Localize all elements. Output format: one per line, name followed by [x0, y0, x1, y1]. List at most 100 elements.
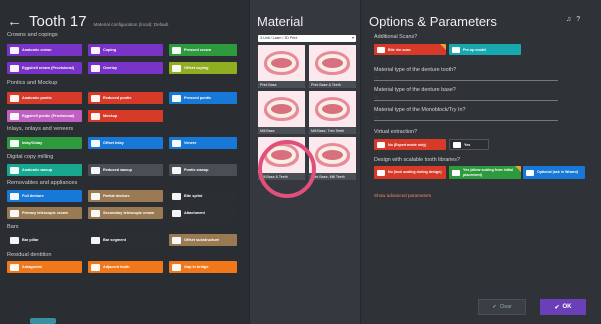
tile-adjacent-tooth[interactable]: Adjacent tooth [88, 261, 163, 273]
material-card-print-base[interactable]: Print Base [258, 45, 305, 88]
check-icon: ✔ [492, 304, 497, 310]
extraction-yes-button[interactable]: Yes [449, 139, 489, 150]
question-additional-scans: Additional Scans? [374, 34, 418, 40]
help-icon[interactable]: ? [576, 16, 580, 23]
bite-splint-icon [172, 192, 181, 200]
material-card-mill-base-trim-teeth[interactable]: Mill Base, Trim Teeth [309, 91, 356, 134]
tile-reduced-waxup[interactable]: Reduced waxup [88, 164, 163, 176]
denture-base-field [374, 100, 558, 101]
tile-veneer[interactable]: Veneer [169, 137, 237, 149]
tile-coping[interactable]: Coping [88, 44, 163, 56]
tile-pressed-pontic[interactable]: Pressed pontic [169, 92, 237, 104]
tile-primary-telescopic[interactable]: Primary telescopic crown [7, 207, 82, 219]
tile-pressed-crown[interactable]: Pressed crown [169, 44, 237, 56]
question-denture-base: Material type of the denture base? [374, 87, 456, 93]
material-select[interactable]: 3-Unit / Lasm / 3D Print ▾ [258, 35, 356, 42]
clear-button[interactable]: ✔ Clear [478, 299, 526, 315]
libraries-optional-button[interactable]: Optional (ask in Wizard) [523, 166, 585, 179]
options-header-icons: ♫ ? [566, 16, 580, 23]
lock-icon [377, 169, 385, 176]
options-title: Options & Parameters [369, 14, 497, 29]
denture-tooth-field [374, 80, 558, 81]
tile-attachment[interactable]: Attachment [169, 207, 237, 219]
header: ← Tooth 17 Material configuration (local… [7, 13, 168, 30]
monoblock-value[interactable]: – [375, 114, 377, 119]
tile-eggshell-crown[interactable]: Eggshell crown (Provisional) [7, 62, 82, 74]
denture-base-value[interactable]: – [375, 94, 377, 99]
veneer-icon [172, 139, 181, 147]
show-advanced-link[interactable]: Show advanced parameters [374, 193, 431, 198]
check-icon: ✔ [554, 304, 560, 311]
tile-antagonist[interactable]: Antagonist [7, 261, 82, 273]
app-window: ← Tooth 17 Material configuration (local… [0, 0, 601, 324]
tile-inlay-onlay[interactable]: Inlay/Onlay [7, 137, 82, 149]
anatomic-pontic-icon [10, 94, 19, 102]
antagonist-icon [10, 263, 19, 271]
selection-highlight [258, 140, 316, 198]
bite-rim-scan-button[interactable]: Bite rim scan [374, 44, 446, 55]
eggshell-pontic-icon [10, 112, 19, 120]
bell-icon[interactable]: ♫ [566, 16, 571, 23]
question-scalable-libraries: Design with scalable tooth libraries? [374, 157, 460, 163]
offset-coping-icon [172, 64, 181, 72]
wizard-icon [526, 169, 534, 176]
inlay-icon [10, 139, 19, 147]
denture-image [309, 137, 356, 173]
model-icon [452, 46, 460, 53]
tile-mockup[interactable]: Mockup [88, 110, 163, 122]
tile-eggshell-pontic[interactable]: Eggshell pontic (Provisional) [7, 110, 82, 122]
tile-anatomic-crown[interactable]: Anatomic crown [7, 44, 82, 56]
ok-button[interactable]: ✔ OK [540, 299, 586, 315]
tile-secondary-telescopic[interactable]: Secondary telescopic crown [88, 207, 163, 219]
tile-overlay[interactable]: Overlay [88, 62, 163, 74]
tile-anatomic-waxup[interactable]: Anatomic waxup [7, 164, 82, 176]
eggshell-crown-icon [10, 64, 19, 72]
extraction-icon [453, 141, 461, 148]
tile-offset-substructure[interactable]: Offset substructure [169, 234, 237, 246]
tile-full-denture[interactable]: Full denture [7, 190, 82, 202]
mockup-icon [91, 112, 100, 120]
anatomic-waxup-icon [10, 166, 19, 174]
tile-bar-pillar[interactable]: Bar pillar [7, 234, 82, 246]
tile-bar-segment[interactable]: Bar segment [88, 234, 163, 246]
secondary-telescopic-icon [91, 209, 100, 217]
back-arrow-icon[interactable]: ← [7, 13, 22, 30]
scrollbar[interactable] [30, 318, 56, 324]
tile-anatomic-pontic[interactable]: Anatomic pontic [7, 92, 82, 104]
material-card-mill-base[interactable]: Mill Base [258, 91, 305, 134]
page-title: Tooth 17 [29, 13, 87, 30]
section-crowns: Crowns and copings [7, 32, 58, 38]
tile-gap-in-bridge[interactable]: Gap in bridge [169, 261, 237, 273]
section-removables: Removables and appliances [7, 180, 78, 186]
tile-offset-inlay[interactable]: Offset inlay [88, 137, 163, 149]
bar-pillar-icon [10, 236, 19, 244]
denture-tooth-value[interactable]: – [375, 74, 377, 79]
reduced-waxup-icon [91, 166, 100, 174]
pre-op-model-button[interactable]: Pre-op model [449, 44, 521, 55]
section-milling: Digital copy milling [7, 154, 54, 160]
denture-image [258, 91, 305, 127]
material-card-print-base-mill-teeth[interactable]: Print Base, Mill Teeth [309, 137, 356, 180]
tile-pontic-waxup[interactable]: Pontic waxup [169, 164, 237, 176]
reduced-pontic-icon [91, 94, 100, 102]
denture-image [309, 91, 356, 127]
libraries-yes-button[interactable]: Yes (allow scaling from initial placemen… [449, 166, 521, 179]
extraction-no-button[interactable]: No (Expert mode only) [374, 139, 446, 150]
coping-icon [91, 46, 100, 54]
question-virtual-extraction: Virtual extraction? [374, 129, 418, 135]
tile-partial-denture[interactable]: Partial denture [88, 190, 163, 202]
scan-icon [377, 46, 385, 53]
denture-image [309, 45, 356, 81]
tile-bite-splint[interactable]: Bite splint [169, 190, 237, 202]
question-monoblock: Material type of the Monoblock/Try In? [374, 107, 466, 113]
section-residual: Residual dentition [7, 252, 52, 258]
tile-reduced-pontic[interactable]: Reduced pontic [88, 92, 163, 104]
tile-offset-coping[interactable]: Offset coping [169, 62, 237, 74]
primary-telescopic-icon [10, 209, 19, 217]
crown-icon [10, 46, 19, 54]
section-bars: Bars [7, 224, 19, 230]
no-extraction-icon [377, 141, 385, 148]
pressed-crown-icon [172, 46, 181, 54]
material-card-print-base-teeth[interactable]: Print Base & Teeth [309, 45, 356, 88]
libraries-no-button[interactable]: No (lock scaling during design) [374, 166, 446, 179]
